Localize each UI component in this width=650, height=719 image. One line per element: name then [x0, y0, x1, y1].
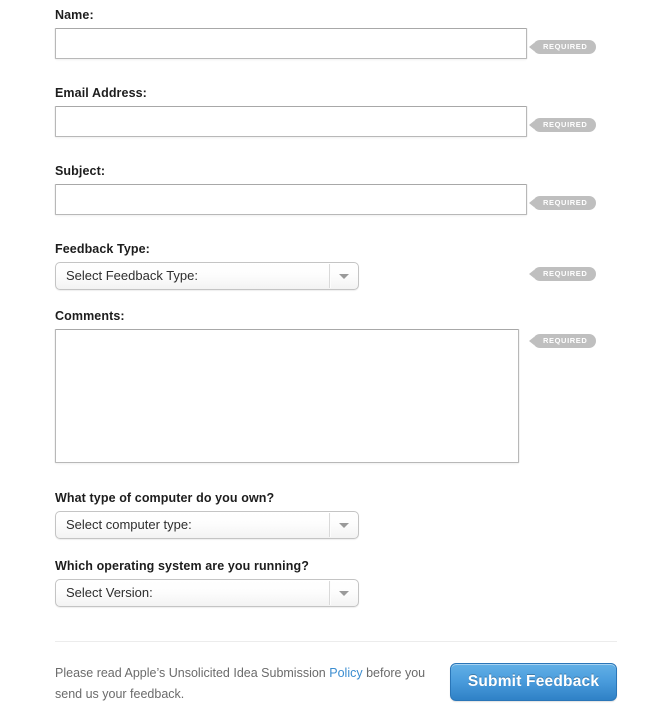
field-group-name: Name: — [55, 8, 527, 59]
required-badge-feedback-type: REQUIRED — [528, 267, 597, 281]
label-name: Name: — [55, 8, 94, 22]
required-badge-subject: REQUIRED — [528, 196, 597, 210]
select-divider — [329, 581, 330, 605]
select-divider — [329, 513, 330, 537]
select-divider — [329, 264, 330, 288]
footer-divider — [55, 641, 617, 642]
field-group-comments: Comments: — [55, 309, 519, 463]
label-comments: Comments: — [55, 309, 125, 323]
operating-system-select[interactable]: Select Version: — [55, 579, 359, 607]
required-badge-name: REQUIRED — [528, 40, 597, 54]
label-feedback-type: Feedback Type: — [55, 242, 150, 256]
field-group-email: Email Address: — [55, 86, 527, 137]
field-group-feedback-type: Feedback Type: Select Feedback Type: — [55, 242, 359, 290]
chevron-down-icon — [339, 523, 349, 528]
subject-input[interactable] — [55, 184, 527, 215]
chevron-down-icon — [339, 274, 349, 279]
footer-note: Please read Apple’s Unsolicited Idea Sub… — [55, 663, 435, 705]
feedback-form: Name: REQUIRED Email Address: REQUIRED S… — [0, 0, 650, 719]
email-address-input[interactable] — [55, 106, 527, 137]
comments-textarea[interactable] — [55, 329, 519, 463]
feedback-type-selected-value: Select Feedback Type: — [66, 268, 199, 283]
required-badge-comments: REQUIRED — [528, 334, 597, 348]
computer-type-selected-value: Select computer type: — [66, 517, 192, 532]
operating-system-selected-value: Select Version: — [66, 585, 153, 600]
label-email-address: Email Address: — [55, 86, 147, 100]
name-input[interactable] — [55, 28, 527, 59]
policy-link[interactable]: Policy — [329, 666, 362, 680]
label-operating-system: Which operating system are you running? — [55, 559, 309, 573]
required-badge-email: REQUIRED — [528, 118, 597, 132]
field-group-operating-system: Which operating system are you running? … — [55, 559, 359, 607]
field-group-subject: Subject: — [55, 164, 527, 215]
submit-feedback-button[interactable]: Submit Feedback — [450, 663, 617, 701]
feedback-type-select[interactable]: Select Feedback Type: — [55, 262, 359, 290]
label-computer-type: What type of computer do you own? — [55, 491, 275, 505]
chevron-down-icon — [339, 591, 349, 596]
field-group-computer-type: What type of computer do you own? Select… — [55, 491, 359, 539]
footer-note-text-before: Please read Apple’s Unsolicited Idea Sub… — [55, 666, 330, 680]
computer-type-select[interactable]: Select computer type: — [55, 511, 359, 539]
label-subject: Subject: — [55, 164, 106, 178]
